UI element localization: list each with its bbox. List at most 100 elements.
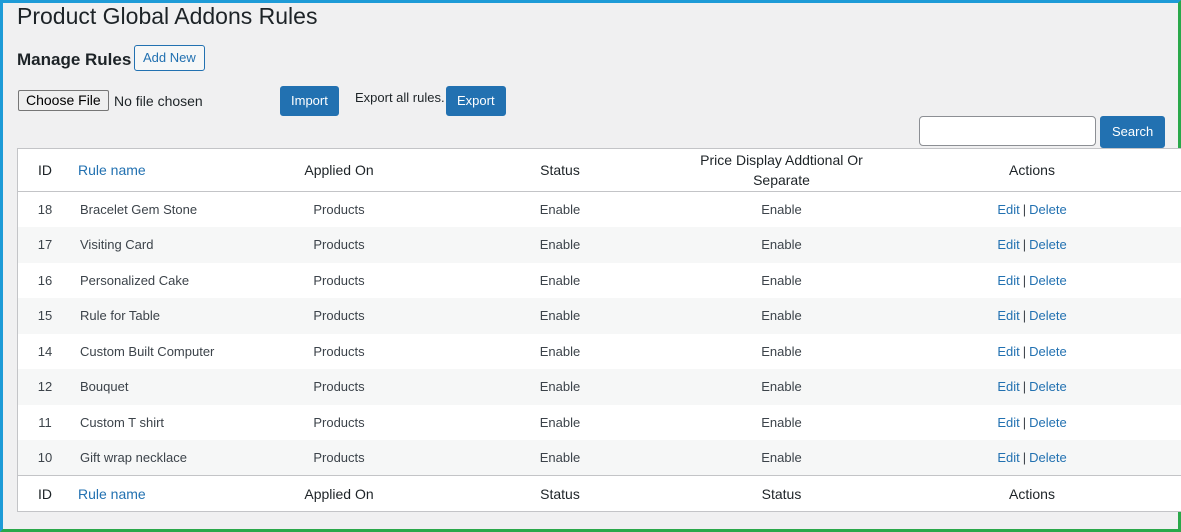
row-actions: Edit | Delete [882,334,1181,370]
footer-header-actions: Actions [1009,485,1055,502]
footer-header-id: ID [38,485,52,502]
row-actions: Edit | Delete [882,440,1181,476]
edit-link[interactable]: Edit [997,379,1019,394]
action-separator: | [1022,414,1027,430]
file-status-text: No file chosen [114,93,203,109]
action-separator: | [1022,272,1027,288]
row-rule-name: Bouquet [80,379,129,395]
column-header-applied-on: Applied On [304,162,374,178]
delete-link[interactable]: Delete [1029,273,1067,288]
row-status: Enable [539,308,581,324]
row-applied-on: Products [313,272,365,288]
row-id: 14 [37,343,53,359]
column-header-id: ID [38,162,52,178]
rules-table: ID Rule name Applied On Status Price Dis… [17,148,1181,512]
column-header-rule-name[interactable]: Rule name [72,149,239,192]
row-actions: Edit | Delete [882,227,1181,263]
row-price-display: Enable [761,414,802,430]
row-price-display: Enable [761,450,802,465]
row-applied-on: Products [313,202,365,217]
row-rule-name: Gift wrap necklace [80,450,187,465]
row-actions: Edit | Delete [882,263,1181,299]
row-rule-name: Rule for Table [80,308,160,324]
row-rule-name: Custom T shirt [80,414,165,430]
row-status: Enable [539,450,581,465]
sort-link-rule-name[interactable]: Rule name [78,162,146,178]
table-row: 15 Rule for Table Products Enable Enable… [17,298,1181,334]
table-row: 14 Custom Built Computer Products Enable… [18,334,1181,370]
row-status: Enable [539,414,581,430]
footer-header-price-display: Status [761,485,802,502]
edit-link[interactable]: Edit [997,237,1019,252]
add-new-button[interactable]: Add New [134,45,205,71]
search-input[interactable] [919,116,1096,146]
delete-link[interactable]: Delete [1029,202,1067,217]
delete-link[interactable]: Delete [1029,237,1067,252]
row-id: 11 [38,414,52,430]
row-status: Enable [539,379,581,395]
row-applied-on: Products [313,379,365,395]
row-actions: Edit | Delete [882,192,1181,228]
action-separator: | [1022,237,1027,253]
column-header-price-display: Price Display Addtional Or Separate [681,149,882,192]
row-price-display: Enable [761,237,802,253]
footer-sort-link-rule-name[interactable]: Rule name [78,486,146,502]
row-id: 18 [37,202,53,217]
row-applied-on: Products [313,308,365,324]
choose-file-button[interactable]: Choose File [18,90,109,111]
edit-link[interactable]: Edit [997,344,1019,359]
table-header: ID Rule name Applied On Status Price Dis… [17,149,1181,192]
search-button[interactable]: Search [1100,116,1166,148]
action-separator: | [1022,379,1027,395]
edit-link[interactable]: Edit [997,308,1019,323]
table-row: 11 Custom T shirt Products Enable Enable… [18,405,1181,441]
edit-link[interactable]: Edit [997,450,1019,465]
row-id: 15 [37,308,53,324]
price-display-header-line1: Price Display Addtional Or [700,152,863,168]
row-id: 16 [37,272,53,288]
delete-link[interactable]: Delete [1029,450,1067,465]
row-price-display: Enable [761,343,802,359]
row-rule-name: Custom Built Computer [80,343,215,359]
action-separator: | [1022,343,1027,359]
column-header-actions: Actions [1009,162,1055,178]
row-actions: Edit | Delete [882,298,1181,334]
row-id: 12 [37,379,53,395]
table-row: 18 Bracelet Gem Stone Products Enable En… [18,192,1181,228]
row-rule-name: Bracelet Gem Stone [80,202,198,217]
table-body: 18 Bracelet Gem Stone Products Enable En… [17,192,1181,476]
row-status: Enable [539,343,581,359]
delete-link[interactable]: Delete [1029,415,1067,430]
manage-rules-heading: Manage Rules [17,50,132,69]
price-display-header-line2: Separate [753,172,810,188]
row-status: Enable [539,202,581,217]
row-id: 17 [37,237,53,253]
edit-link[interactable]: Edit [997,202,1019,217]
edit-link[interactable]: Edit [997,415,1019,430]
row-applied-on: Products [313,237,365,253]
footer-header-rule-name[interactable]: Rule name [72,476,239,512]
footer-header-applied-on: Applied On [304,485,374,502]
table-row: 12 Bouquet Products Enable Enable Edit | D… [17,369,1181,405]
export-button[interactable]: Export [446,86,506,116]
row-price-display: Enable [761,308,802,324]
delete-link[interactable]: Delete [1029,344,1067,359]
page-title: Product Global Addons Rules [17,3,318,29]
table-row: 10 Gift wrap necklace Products Enable En… [17,440,1181,476]
row-id: 10 [37,450,53,465]
delete-link[interactable]: Delete [1029,308,1067,323]
table-row: 17 Visiting Card Products Enable Enable … [17,227,1181,263]
row-applied-on: Products [313,414,365,430]
row-rule-name: Visiting Card [80,237,154,253]
table-footer: ID Rule name Applied On Status Status Ac… [17,475,1181,512]
row-status: Enable [539,272,581,288]
import-button[interactable]: Import [280,86,339,116]
action-separator: | [1022,450,1027,465]
row-actions: Edit | Delete [882,405,1181,441]
delete-link[interactable]: Delete [1029,379,1067,394]
edit-link[interactable]: Edit [997,273,1019,288]
export-description: Export all rules. [355,90,445,105]
row-rule-name: Personalized Cake [80,272,190,288]
row-applied-on: Products [313,343,365,359]
row-price-display: Enable [761,272,802,288]
